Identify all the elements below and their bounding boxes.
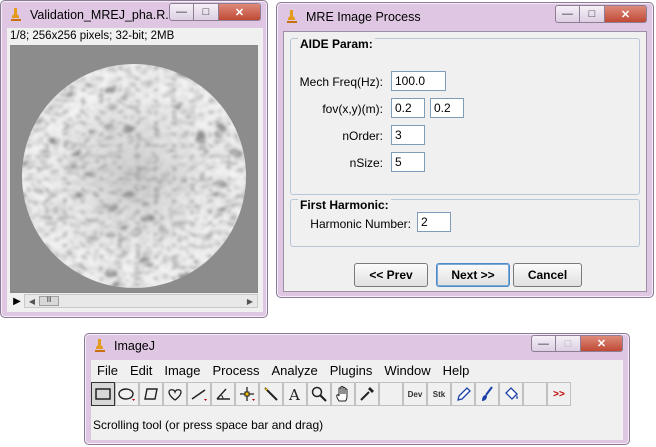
- norder-label: nOrder:: [342, 129, 383, 143]
- norder-field[interactable]: [391, 125, 425, 145]
- menu-bar: File Edit Image Process Analyze Plugins …: [91, 361, 475, 381]
- magnifier-tool[interactable]: [307, 382, 331, 406]
- menu-plugins[interactable]: Plugins: [324, 361, 379, 381]
- dev-icon: Dev: [407, 389, 423, 399]
- menu-edit[interactable]: Edit: [124, 361, 158, 381]
- aide-param-group: AIDE Param:: [290, 37, 640, 195]
- minimize-button[interactable]: —: [169, 3, 194, 21]
- maximize-button[interactable]: □: [580, 5, 605, 23]
- menu-process[interactable]: Process: [207, 361, 266, 381]
- stk-icon: Stk: [432, 389, 446, 399]
- tool-bar: A Dev Stk >>: [91, 382, 571, 408]
- prev-button[interactable]: << Prev: [354, 263, 428, 287]
- menu-file[interactable]: File: [91, 361, 124, 381]
- hand-icon: [336, 385, 348, 402]
- eyedropper-icon: [360, 387, 374, 401]
- menu-analyze[interactable]: Analyze: [265, 361, 323, 381]
- imagej-microscope-icon: [93, 338, 107, 354]
- mech-freq-label: Mech Freq(Hz):: [299, 75, 383, 89]
- close-button[interactable]: ✕: [581, 335, 623, 352]
- brush-icon: [482, 386, 493, 401]
- nsize-label: nSize:: [349, 156, 383, 170]
- imagej-main-window: ImageJ — □ ✕ File Edit Image Process Ana…: [84, 333, 630, 445]
- scroll-tool[interactable]: [331, 382, 355, 406]
- pencil-tool[interactable]: [451, 382, 475, 406]
- close-button[interactable]: ✕: [219, 3, 261, 21]
- slice-scrollbar[interactable]: ◀ lll ▶: [24, 294, 258, 308]
- mre-dialog-titlebar[interactable]: MRE Image Process — □ ✕: [277, 3, 653, 31]
- maximize-button[interactable]: □: [194, 3, 219, 21]
- scroll-thumb[interactable]: lll: [39, 296, 59, 306]
- minimize-button[interactable]: —: [531, 335, 556, 352]
- wand-icon: [264, 387, 278, 401]
- menu-image[interactable]: Image: [158, 361, 206, 381]
- first-harmonic-legend: First Harmonic:: [298, 198, 391, 212]
- line-icon: [191, 389, 207, 401]
- dev-tool[interactable]: Dev: [403, 382, 427, 406]
- play-icon[interactable]: ▶: [10, 296, 24, 307]
- freehand-icon: [168, 389, 182, 401]
- scroll-right-arrow-icon[interactable]: ▶: [243, 297, 257, 306]
- image-window-titlebar[interactable]: Validation_MREJ_pha.R... — □ ✕: [1, 1, 267, 29]
- text-icon: A: [288, 386, 300, 403]
- rectangle-tool[interactable]: [91, 382, 115, 406]
- bucket-icon: [505, 387, 518, 400]
- mre-dialog-title: MRE Image Process: [306, 10, 421, 24]
- close-button[interactable]: ✕: [605, 5, 647, 23]
- menu-help[interactable]: Help: [437, 361, 476, 381]
- maximize-button: □: [556, 335, 581, 352]
- angle-icon: [216, 388, 230, 400]
- point-icon: [240, 387, 255, 401]
- flood-fill-tool[interactable]: [499, 382, 523, 406]
- double-chevron-icon: >>: [553, 388, 565, 400]
- cancel-button[interactable]: Cancel: [513, 263, 582, 287]
- imagej-microscope-icon: [9, 7, 23, 23]
- rectangle-icon: [95, 388, 111, 400]
- image-canvas[interactable]: [10, 45, 258, 293]
- image-window-body: 1/8; 256x256 pixels; 32-bit; 2MB ▶ ◀ lll…: [7, 28, 263, 312]
- menu-window[interactable]: Window: [378, 361, 436, 381]
- polygon-tool[interactable]: [139, 382, 163, 406]
- freehand-tool[interactable]: [163, 382, 187, 406]
- blank-tool[interactable]: [379, 382, 403, 406]
- mre-dialog-body: AIDE Param: Mech Freq(Hz): fov(x,y)(m): …: [283, 31, 647, 292]
- point-tool[interactable]: [235, 382, 259, 406]
- mech-freq-field[interactable]: [391, 71, 446, 91]
- mre-dialog-window: MRE Image Process — □ ✕ AIDE Param: Mech…: [276, 2, 654, 298]
- stk-tool[interactable]: Stk: [427, 382, 451, 406]
- pencil-icon: [457, 387, 471, 401]
- oval-icon: [118, 388, 135, 401]
- fov-x-field[interactable]: [391, 98, 425, 118]
- fov-y-field[interactable]: [430, 98, 464, 118]
- image-window-title: Validation_MREJ_pha.R...: [30, 8, 176, 22]
- image-window: Validation_MREJ_pha.R... — □ ✕ 1/8; 256x…: [0, 0, 268, 318]
- oval-tool[interactable]: [115, 382, 139, 406]
- imagej-microscope-icon: [285, 9, 299, 25]
- slice-scroll-row: ▶ ◀ lll ▶: [10, 293, 258, 309]
- line-tool[interactable]: [187, 382, 211, 406]
- color-picker-tool[interactable]: [355, 382, 379, 406]
- status-bar: Scrolling tool (or press space bar and d…: [93, 418, 324, 432]
- scroll-left-arrow-icon[interactable]: ◀: [25, 297, 39, 306]
- more-tools[interactable]: >>: [547, 382, 571, 406]
- magnifier-icon: [311, 386, 327, 402]
- harmonic-number-label: Harmonic Number:: [310, 217, 411, 231]
- wand-tool[interactable]: [259, 382, 283, 406]
- angle-tool[interactable]: [211, 382, 235, 406]
- minimize-button[interactable]: —: [555, 5, 580, 23]
- svg-text:A: A: [288, 386, 300, 403]
- imagej-title: ImageJ: [114, 339, 155, 353]
- text-tool[interactable]: A: [283, 382, 307, 406]
- polygon-icon: [144, 388, 158, 400]
- nsize-field[interactable]: [391, 152, 425, 172]
- harmonic-number-field[interactable]: [417, 212, 451, 232]
- image-info-text: 1/8; 256x256 pixels; 32-bit; 2MB: [10, 30, 175, 42]
- next-button[interactable]: Next >>: [436, 263, 510, 287]
- brush-tool[interactable]: [475, 382, 499, 406]
- fov-label: fov(x,y)(m):: [322, 102, 383, 116]
- imagej-titlebar[interactable]: ImageJ — □ ✕: [85, 334, 629, 358]
- blank-tool-2[interactable]: [523, 382, 547, 406]
- aide-param-legend: AIDE Param:: [298, 37, 375, 51]
- imagej-body: File Edit Image Process Analyze Plugins …: [91, 360, 623, 440]
